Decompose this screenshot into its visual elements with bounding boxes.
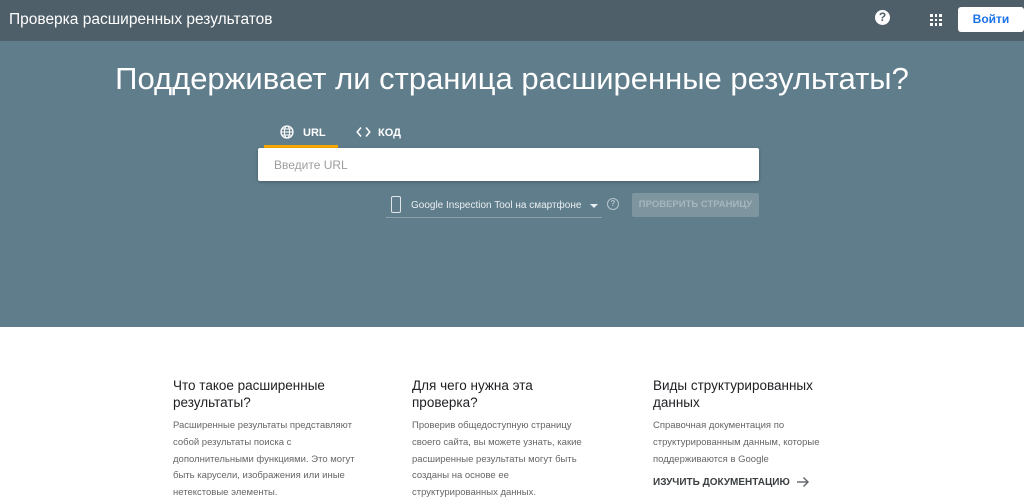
login-button[interactable]: Войти: [958, 7, 1024, 32]
url-input[interactable]: [258, 148, 759, 181]
info-text: Справочная документация по структурирова…: [653, 420, 820, 465]
info-title: Для чего нужна эта проверка?: [412, 378, 533, 410]
code-icon: [356, 127, 371, 137]
apps-grid-icon[interactable]: [930, 14, 942, 26]
info-title: Что такое расширенные результаты?: [173, 378, 325, 410]
info-title: Виды структурированных данных: [653, 378, 813, 410]
smartphone-icon: [391, 196, 401, 213]
help-icon[interactable]: ?: [875, 10, 890, 25]
info-column-what: Что такое расширенные результаты? Расшир…: [173, 377, 373, 502]
docs-link[interactable]: ИЗУЧИТЬ ДОКУМЕНТАЦИЮ: [653, 476, 853, 488]
info-column-types: Виды структурированных данных Справочная…: [653, 377, 853, 488]
check-page-button[interactable]: ПРОВЕРИТЬ СТРАНИЦУ: [632, 193, 759, 217]
hero-section: Поддерживает ли страница расширенные рез…: [0, 41, 1024, 327]
docs-link-label: ИЗУЧИТЬ ДОКУМЕНТАЦИЮ: [653, 476, 790, 488]
device-select[interactable]: Google Inspection Tool на смартфоне: [386, 193, 602, 218]
app-title: Проверка расширенных результатов: [9, 11, 273, 28]
info-text: Расширенные результаты представляют собо…: [173, 420, 355, 499]
device-help-icon[interactable]: ?: [607, 198, 619, 210]
device-select-value: Google Inspection Tool на смартфоне: [411, 200, 582, 211]
dropdown-arrow-icon: [590, 204, 598, 208]
tab-code[interactable]: КОД: [348, 118, 412, 148]
tab-url-label: URL: [303, 127, 326, 139]
globe-icon: [280, 125, 294, 139]
top-app-bar: Проверка расширенных результатов ? Войти: [0, 0, 1024, 41]
info-column-why: Для чего нужна эта проверка? Проверив об…: [412, 377, 612, 502]
arrow-right-icon: [796, 477, 809, 488]
hero-title: Поддерживает ли страница расширенные рез…: [115, 61, 909, 96]
info-text: Проверив общедоступную страницу своего с…: [412, 420, 582, 499]
tab-url[interactable]: URL: [264, 118, 338, 148]
tab-code-label: КОД: [378, 127, 401, 139]
